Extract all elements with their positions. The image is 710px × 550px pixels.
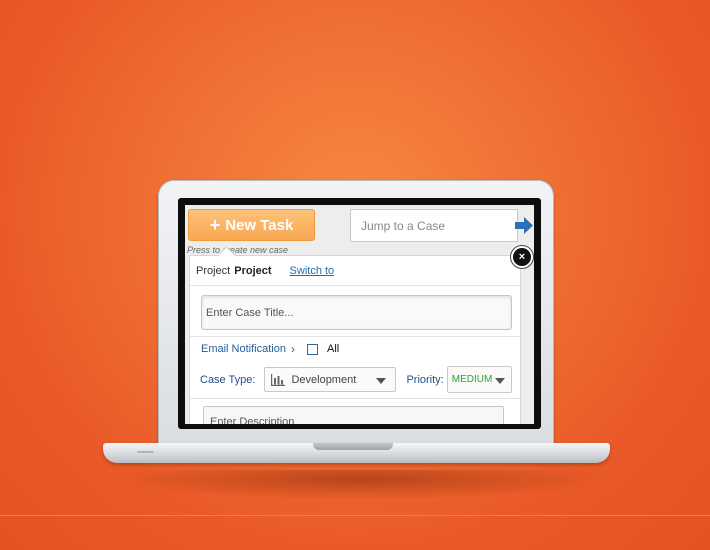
email-notification-row: Email Notification › All	[201, 342, 339, 356]
dropdown-arrow-icon	[494, 378, 505, 384]
laptop-screen: + New Task Press to create new case Proj…	[185, 205, 534, 424]
priority-select[interactable]: MEDIUM	[446, 366, 512, 393]
laptop-slot	[137, 451, 154, 453]
divider	[189, 336, 521, 337]
case-type-row: Case Type: Development Priority: MEDIUM	[200, 366, 512, 393]
plus-icon: +	[209, 215, 221, 235]
case-title-input[interactable]	[201, 295, 512, 330]
arrow-right-icon[interactable]	[515, 217, 533, 234]
press-hint: Press to create new case	[187, 245, 289, 255]
all-label: All	[326, 343, 340, 355]
description-input[interactable]: Enter Description	[203, 406, 504, 424]
case-type-label: Case Type:	[200, 373, 256, 386]
laptop-shadow	[110, 470, 610, 500]
new-task-button[interactable]: + New Task	[188, 209, 315, 241]
floor-line	[0, 515, 710, 516]
dropdown-arrow-icon	[376, 378, 387, 384]
new-task-label: New Task	[225, 216, 294, 234]
project-name: Project	[234, 265, 272, 277]
case-type-value: Development	[291, 373, 357, 386]
jump-to-case-input[interactable]	[350, 209, 518, 242]
email-notification-link[interactable]: Email Notification	[201, 343, 286, 355]
project-prefix: Project	[196, 265, 231, 277]
priority-value: MEDIUM	[451, 374, 493, 385]
case-type-select[interactable]: Development	[264, 367, 397, 392]
close-icon[interactable]: ×	[511, 246, 533, 268]
divider	[189, 285, 521, 286]
chevron-right-icon: ›	[290, 342, 295, 356]
switch-project-link[interactable]: Switch to	[290, 265, 335, 277]
laptop-notch	[313, 443, 393, 450]
all-checkbox[interactable]	[306, 343, 318, 355]
divider	[189, 398, 521, 399]
bar-chart-icon	[271, 373, 286, 386]
project-row: Project Project Switch to	[196, 265, 334, 277]
priority-label: Priority:	[406, 373, 444, 386]
